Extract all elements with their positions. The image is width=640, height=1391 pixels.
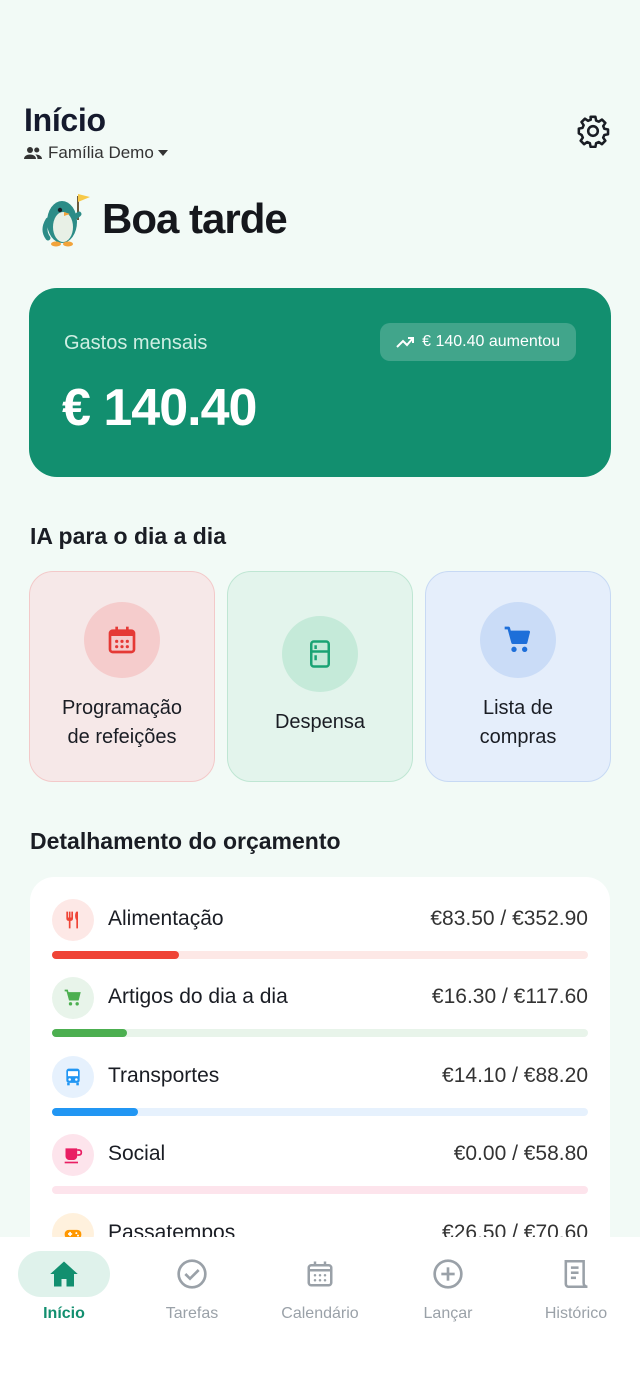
shopping-list-tile[interactable]: Lista de compras xyxy=(425,571,611,782)
gear-icon[interactable] xyxy=(576,114,610,148)
family-name: Família Demo xyxy=(48,143,154,162)
budget-row-name: Artigos do dia a dia xyxy=(108,985,288,1008)
budget-progress-track xyxy=(52,951,588,959)
budget-row-value: €0.00 / €58.80 xyxy=(453,1142,588,1165)
nav-lancar[interactable]: Lançar xyxy=(384,1251,512,1323)
trend-text: € 140.40 aumentou xyxy=(422,333,560,350)
greeting-text: Boa tarde xyxy=(102,195,288,242)
budget-row-value: €83.50 / €352.90 xyxy=(430,907,588,930)
fridge-icon xyxy=(310,640,330,668)
monthly-spending-card[interactable]: Gastos mensais € 140.40 aumentou € 140.4… xyxy=(29,288,611,477)
nav-pill xyxy=(530,1251,622,1297)
budget-row-name: Alimentação xyxy=(108,907,224,930)
receipt-icon xyxy=(564,1260,588,1288)
penguin-mascot-icon xyxy=(42,194,90,247)
budget-row-name: Social xyxy=(108,1142,166,1165)
family-selector[interactable]: Família Demo xyxy=(24,143,174,163)
check-circle-icon xyxy=(177,1259,207,1289)
shopping-icon-circle xyxy=(480,601,556,678)
nav-calendario[interactable]: Calendário xyxy=(256,1251,384,1323)
budget-row-value: €14.10 / €88.20 xyxy=(442,1064,588,1087)
budget-progress-fill xyxy=(52,1108,138,1116)
budget-progress-track xyxy=(52,1186,588,1194)
nav-pill xyxy=(274,1251,366,1297)
spending-amount: € 140.40 xyxy=(62,379,257,437)
ai-section-title: IA para o dia a dia xyxy=(30,523,226,549)
restaurant-icon xyxy=(52,899,94,941)
add-circle-icon xyxy=(433,1259,463,1289)
pantry-icon-circle xyxy=(282,616,358,692)
budget-row-name: Transportes xyxy=(108,1064,220,1087)
budget-section-title: Detalhamento do orçamento xyxy=(30,828,341,854)
bottom-navigation: Início Tarefas Calendário Lançar Históri… xyxy=(0,1237,640,1391)
cart-icon xyxy=(504,626,530,652)
nav-pill xyxy=(146,1251,238,1297)
budget-progress-track xyxy=(52,1029,588,1037)
nav-label: Histórico xyxy=(544,1305,608,1322)
budget-card: Alimentação €83.50 / €352.90 Artigos do … xyxy=(30,877,610,1297)
trending-up-icon xyxy=(396,337,415,348)
nav-inicio[interactable]: Início xyxy=(0,1251,128,1323)
bus-icon xyxy=(52,1056,94,1098)
trend-badge: € 140.40 aumentou xyxy=(380,323,576,361)
nav-label: Calendário xyxy=(281,1305,359,1322)
nav-label: Início xyxy=(43,1305,85,1322)
people-icon xyxy=(24,147,42,159)
calendar-grid-icon xyxy=(108,626,136,653)
nav-pill xyxy=(18,1251,110,1297)
budget-progress-fill xyxy=(52,951,180,959)
nav-historico[interactable]: Histórico xyxy=(512,1251,640,1323)
tile-label-line1: Despensa xyxy=(274,711,366,733)
header: Início Família Demo xyxy=(24,102,174,163)
nav-label: Lançar xyxy=(423,1305,473,1322)
cart-icon xyxy=(52,977,94,1019)
nav-tarefas[interactable]: Tarefas xyxy=(128,1251,256,1323)
cup-icon xyxy=(52,1134,94,1176)
calendar-icon xyxy=(307,1261,333,1287)
page-title: Início xyxy=(24,102,106,138)
budget-progress-fill xyxy=(52,1029,127,1037)
budget-row-value: €16.30 / €117.60 xyxy=(431,985,588,1008)
tile-label-line2: de refeições xyxy=(67,725,177,748)
pantry-tile[interactable]: Despensa xyxy=(227,571,413,782)
meal-planning-tile[interactable]: Programação de refeições xyxy=(29,571,215,782)
budget-progress-track xyxy=(52,1108,588,1116)
chevron-down-icon xyxy=(157,150,168,156)
tile-label-line2: compras xyxy=(479,725,557,748)
home-icon xyxy=(50,1261,78,1287)
spending-label: Gastos mensais xyxy=(64,332,208,354)
nav-pill xyxy=(402,1251,494,1297)
tile-label-line1: Lista de xyxy=(482,696,554,719)
tile-label-line1: Programação xyxy=(61,696,183,719)
nav-label: Tarefas xyxy=(165,1305,219,1322)
greeting: Boa tarde xyxy=(40,190,288,248)
meal-icon-circle xyxy=(84,601,160,678)
